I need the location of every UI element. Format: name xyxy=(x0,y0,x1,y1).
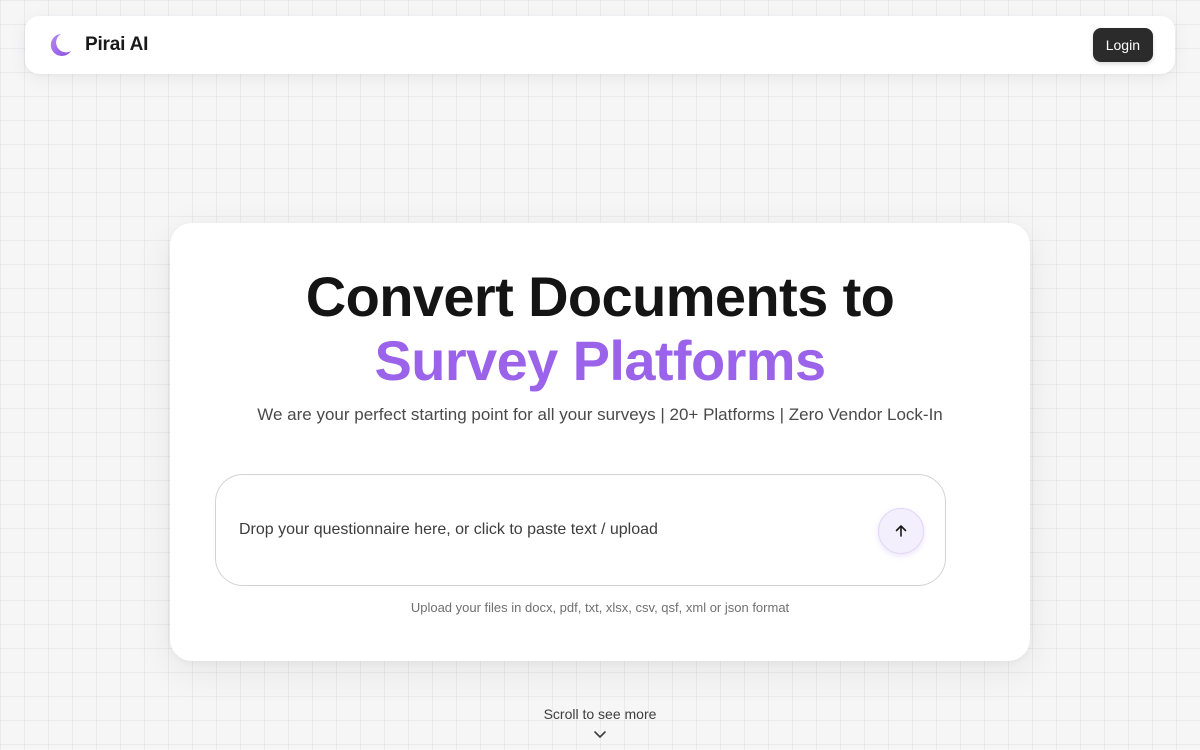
brand-name: Pirai AI xyxy=(85,34,149,55)
hero-title-accent: Survey Platforms xyxy=(374,329,826,392)
top-navbar: Pirai AI Login xyxy=(25,16,1175,74)
brand[interactable]: Pirai AI xyxy=(47,32,148,58)
questionnaire-drop-zone[interactable]: Drop your questionnaire here, or click t… xyxy=(215,474,946,586)
moon-icon xyxy=(50,34,71,56)
hero-subtitle: We are your perfect starting point for a… xyxy=(257,405,943,424)
supported-formats-note: Upload your files in docx, pdf, txt, xls… xyxy=(410,600,790,615)
login-button[interactable]: Login xyxy=(1092,28,1153,62)
drop-zone-prompt: Drop your questionnaire here, or click t… xyxy=(239,521,658,538)
hero-title: Convert Documents to xyxy=(305,265,895,328)
upload-submit-button[interactable] xyxy=(878,508,924,554)
scroll-hint[interactable]: Scroll to see more xyxy=(0,706,1200,722)
chevron-down-icon[interactable] xyxy=(592,728,608,742)
arrow-up-icon xyxy=(895,525,907,537)
hero-card: Convert Documents to Survey Platforms We… xyxy=(170,223,1030,661)
